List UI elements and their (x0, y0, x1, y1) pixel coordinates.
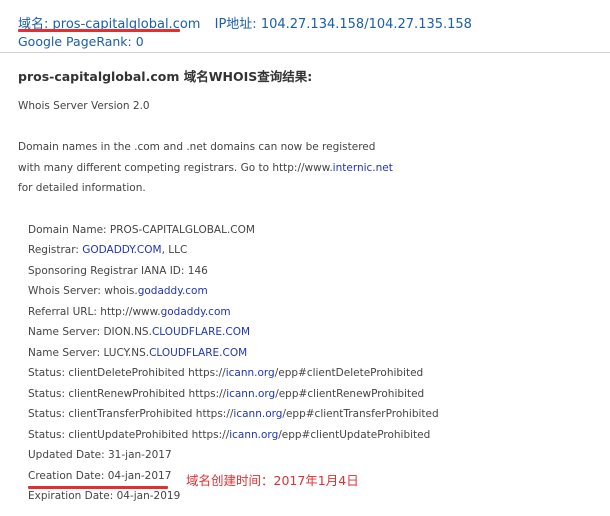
record-status-renew: Status: clientRenewProhibited https://ic… (28, 388, 424, 400)
record-text-tail: /epp#clientDeleteProhibited (274, 367, 424, 379)
record-registrar: Registrar: GODADDY.COM, LLC (28, 244, 187, 256)
record-whois-server: Whois Server: whois.godaddy.com (28, 285, 208, 297)
record-text: Status: clientRenewProhibited https:// (28, 388, 227, 400)
record-text: Name Server: DION.NS. (28, 326, 152, 338)
record-status-transfer: Status: clientTransferProhibited https:/… (28, 408, 439, 420)
pagerank-label: Google PageRank: (18, 34, 132, 49)
record-text: Expiration Date: 04-jan-2019 (28, 490, 181, 502)
record-text-tail: , LLC (161, 244, 188, 256)
record-text: Status: clientDeleteProhibited https:// (28, 367, 226, 379)
whois-notice-line-1: Domain names in the .com and .net domain… (18, 141, 376, 153)
internic-link[interactable]: internic.net (333, 162, 393, 174)
record-text: Sponsoring Registrar IANA ID: 146 (28, 265, 208, 277)
record-text: Referral URL: http://www. (28, 306, 161, 318)
creation-date-annotation: 域名创建时间：2017年1月4日 (186, 473, 359, 488)
record-text: Status: clientTransferProhibited https:/… (28, 408, 234, 420)
ip-address-link[interactable]: 104.27.134.158/104.27.135.158 (261, 17, 472, 32)
whois-notice-line-2: with many different competing registrars… (18, 162, 393, 174)
whois-result-title: pros-capitalglobal.com 域名WHOIS查询结果: (18, 69, 313, 84)
record-text: Domain Name: PROS-CAPITALGLOBAL.COM (28, 224, 255, 236)
record-link[interactable]: CLOUDFLARE.COM (149, 347, 247, 359)
record-iana-id: Sponsoring Registrar IANA ID: 146 (28, 265, 208, 277)
whois-server-version: Whois Server Version 2.0 (18, 100, 150, 112)
record-link[interactable]: godaddy.com (138, 285, 208, 297)
record-referral-url: Referral URL: http://www.godaddy.com (28, 306, 231, 318)
record-text: Status: clientUpdateProhibited https:// (28, 429, 230, 441)
record-status-delete: Status: clientDeleteProhibited https://i… (28, 367, 423, 379)
record-link[interactable]: icann.org (233, 408, 282, 420)
record-text: Name Server: LUCY.NS. (28, 347, 150, 359)
creation-date-highlight-underline (28, 486, 168, 489)
whois-notice-line-3: for detailed information. (18, 182, 146, 194)
record-name-server-2: Name Server: LUCY.NS.CLOUDFLARE.COM (28, 347, 247, 359)
record-status-update: Status: clientUpdateProhibited https://i… (28, 429, 430, 441)
record-expiration-date: Expiration Date: 04-jan-2019 (28, 490, 180, 502)
record-link[interactable]: CLOUDFLARE.COM (152, 326, 250, 338)
record-link[interactable]: icann.org (226, 367, 275, 379)
pagerank-line: Google PageRank: 0 (18, 34, 144, 49)
ip-label: IP地址: (214, 17, 257, 32)
record-text-tail: /epp#clientTransferProhibited (282, 408, 439, 420)
domain-info-header: 域名: pros-capitalglobal.com IP地址: 104.27.… (0, 0, 610, 53)
record-text: Whois Server: whois. (28, 285, 138, 297)
record-text: Creation Date: 04-jan-2017 (28, 470, 172, 482)
record-text-tail: /epp#clientRenewProhibited (275, 388, 425, 400)
record-text: Registrar: (28, 244, 83, 256)
record-text-tail: /epp#clientUpdateProhibited (278, 429, 431, 441)
record-name-server-1: Name Server: DION.NS.CLOUDFLARE.COM (28, 326, 250, 338)
domain-highlight-underline (18, 29, 180, 32)
record-domain-name: Domain Name: PROS-CAPITALGLOBAL.COM (28, 224, 255, 236)
record-link[interactable]: icann.org (229, 429, 278, 441)
pagerank-value: 0 (135, 34, 144, 49)
record-link[interactable]: godaddy.com (161, 306, 231, 318)
record-text: Updated Date: 31-jan-2017 (28, 449, 172, 461)
record-updated-date: Updated Date: 31-jan-2017 (28, 449, 172, 461)
notice-text: with many different competing registrars… (18, 162, 333, 174)
record-link[interactable]: icann.org (226, 388, 275, 400)
record-link[interactable]: GODADDY.COM (82, 244, 161, 256)
record-creation-date: Creation Date: 04-jan-2017 (28, 470, 171, 482)
